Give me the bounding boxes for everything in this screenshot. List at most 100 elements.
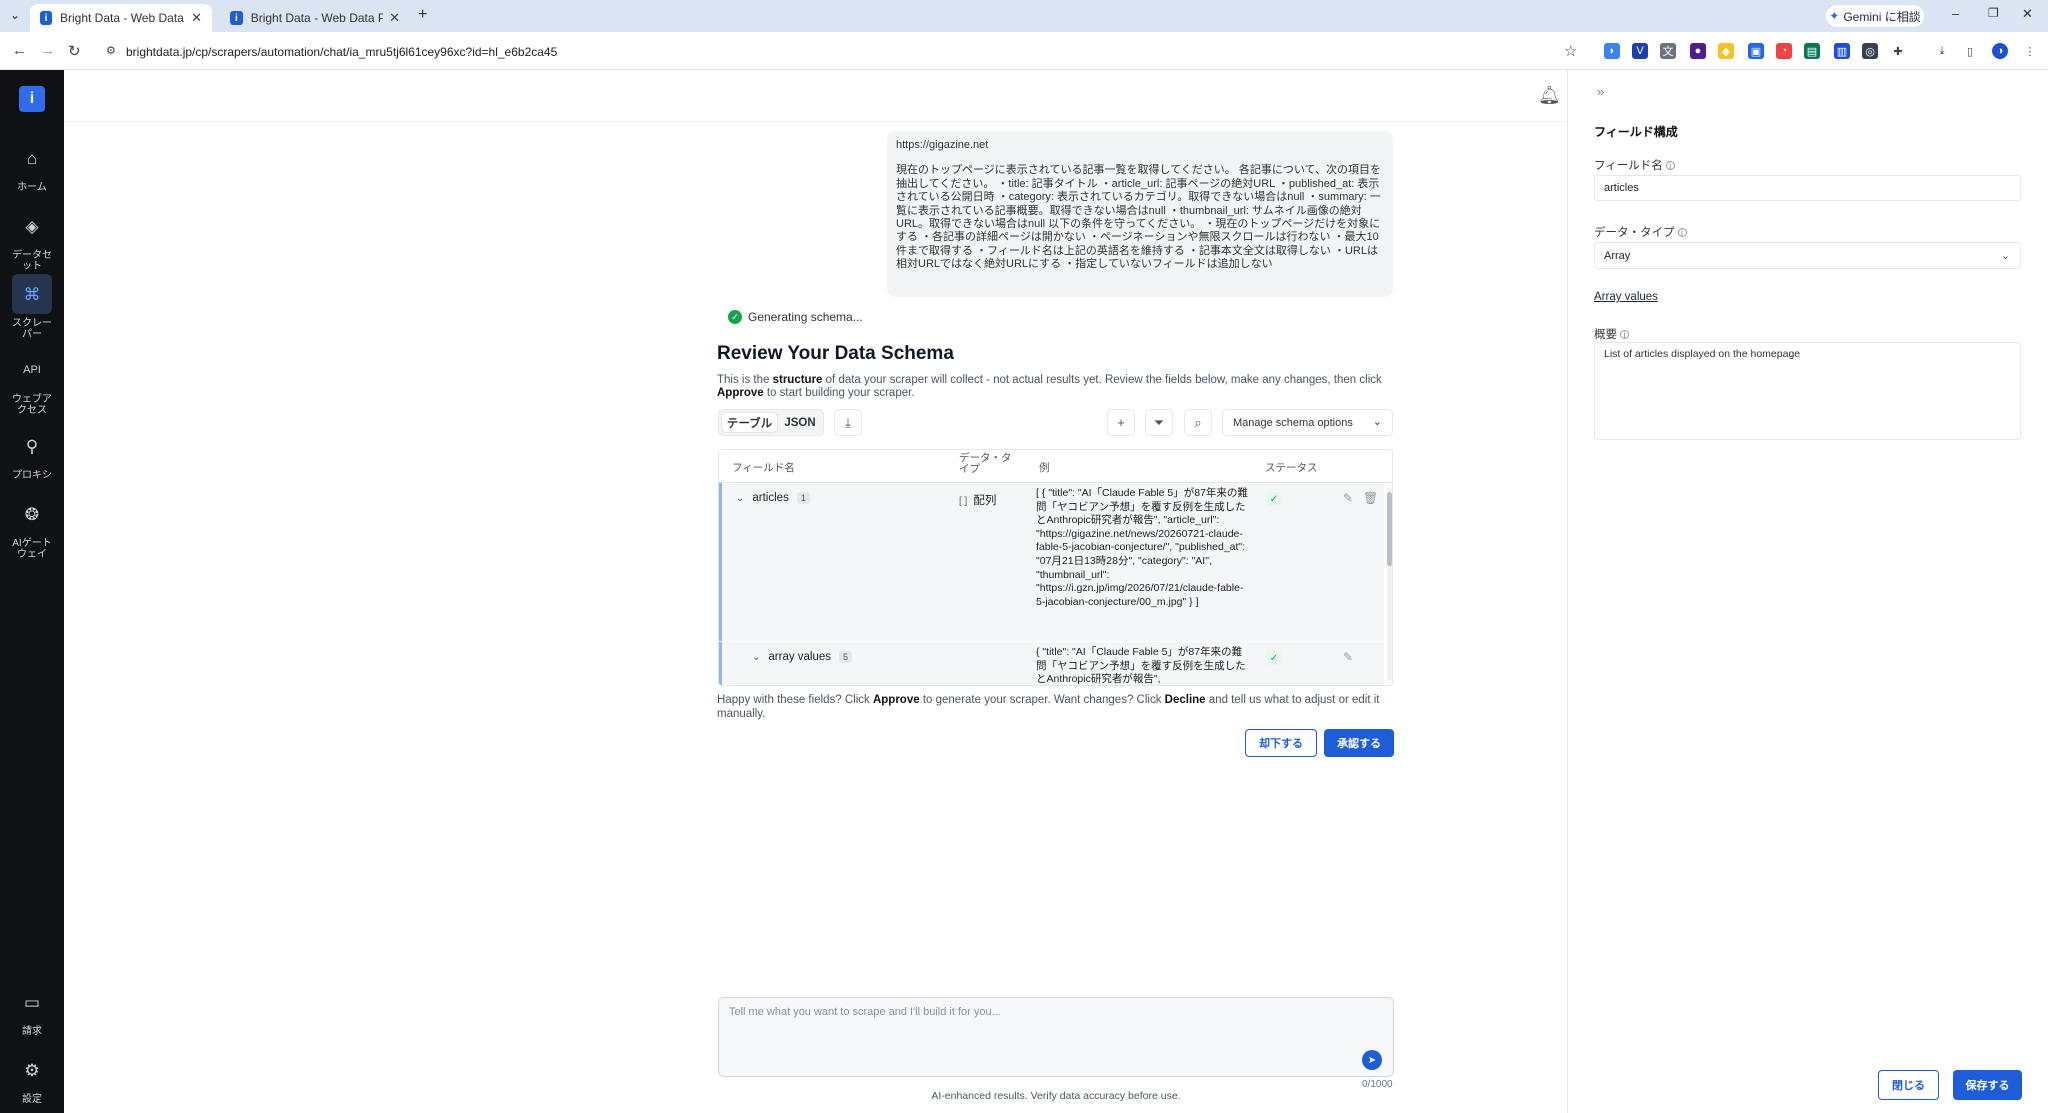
extensions-puzzle-icon[interactable]: ✚ bbox=[1890, 43, 1906, 59]
sidebar-item-web-access[interactable]: API ウェブアクセス bbox=[0, 350, 64, 416]
array-values-link[interactable]: Array values bbox=[1594, 291, 1658, 303]
table-row-articles[interactable]: ⌄ articles 1 [ ] 配列 [ { "title": "AI「Clau… bbox=[719, 483, 1384, 641]
send-button[interactable]: ➤ bbox=[1362, 1050, 1382, 1070]
extension-icon[interactable]: 文 bbox=[1660, 43, 1676, 59]
column-header-example: 例 bbox=[1039, 462, 1050, 474]
profile-icon[interactable]: ◑ bbox=[1992, 43, 2008, 59]
data-type-label: データ・タイプ i bbox=[1594, 224, 1687, 240]
search-button[interactable]: ⌕ bbox=[1184, 409, 1212, 436]
chevron-down-icon[interactable]: ⌄ bbox=[752, 652, 760, 663]
info-icon[interactable]: i bbox=[1665, 161, 1675, 171]
field-count-badge: 1 bbox=[796, 492, 810, 504]
edit-icon[interactable]: ✎ bbox=[1343, 491, 1353, 505]
column-header-status: ステータス bbox=[1265, 462, 1318, 474]
browser-tab[interactable]: i Bright Data - Web Data Platform ✕ bbox=[220, 4, 410, 32]
decline-button[interactable]: 却下する bbox=[1245, 729, 1317, 757]
field-example: [ { "title": "AI「Claude Fable 5」が87年来の難問… bbox=[1036, 487, 1248, 608]
sidebar-item-proxy[interactable]: ⚲ プロキシ bbox=[0, 426, 64, 482]
browser-tab-active[interactable]: i Bright Data - Web Data Platform ✕ bbox=[30, 4, 212, 32]
table-row-array-values[interactable]: ⌄ array values 5 { "title": "AI「Claude F… bbox=[719, 642, 1384, 685]
sidebar-item-scrapers[interactable]: ⌘ スクレーパー bbox=[0, 274, 64, 340]
sidebar-item-settings[interactable]: ⚙ 設定 bbox=[0, 1050, 64, 1106]
schema-table: フィールド名 データ・タイプ 例 ステータス ⌄ articles 1 [ ] 配… bbox=[718, 449, 1393, 686]
bookmark-star-icon[interactable]: ☆ bbox=[1564, 42, 1577, 60]
extension-icon[interactable]: ▤ bbox=[1804, 43, 1820, 59]
close-tab-icon[interactable]: ✕ bbox=[191, 10, 202, 26]
favicon-icon: i bbox=[40, 11, 52, 25]
info-icon[interactable]: i bbox=[1677, 228, 1687, 238]
desc-bold: structure bbox=[772, 374, 823, 386]
sparkle-icon: ✦ bbox=[1829, 9, 1840, 23]
minimize-icon[interactable]: – bbox=[1952, 6, 1959, 21]
desc-text: to start building your scraper. bbox=[763, 387, 915, 399]
sidebar-item-label: スクレーパー bbox=[12, 318, 52, 340]
user-message-url: https://gigazine.net bbox=[896, 139, 989, 151]
extension-icon[interactable]: ◗ bbox=[1604, 43, 1620, 59]
split-icon[interactable]: ▯ bbox=[1962, 43, 1978, 59]
extension-icon[interactable]: ◎ bbox=[1862, 43, 1878, 59]
close-button[interactable]: 閉じる bbox=[1878, 1070, 1939, 1100]
field-name-label: フィールド名 i bbox=[1594, 157, 1675, 173]
sidebar-item-datasets[interactable]: ◈ データセット bbox=[0, 206, 64, 273]
reload-icon[interactable]: ↻ bbox=[68, 42, 81, 60]
sidebar-item-billing[interactable]: ▭ 請求 bbox=[0, 982, 64, 1038]
info-icon[interactable]: i bbox=[1620, 330, 1629, 340]
view-toggle: テーブル JSON bbox=[718, 409, 824, 436]
tab-table[interactable]: テーブル bbox=[722, 413, 777, 432]
edit-icon[interactable]: ✎ bbox=[1343, 650, 1353, 664]
trash-icon[interactable]: 🗑︎ bbox=[1363, 491, 1378, 505]
manage-schema-label: Manage schema options bbox=[1233, 416, 1353, 429]
bell-icon[interactable]: 🔔︎ bbox=[1538, 85, 1561, 106]
extension-icon[interactable]: V bbox=[1632, 43, 1648, 59]
favicon-icon: i bbox=[230, 11, 243, 25]
tab-title: Bright Data - Web Data Platform bbox=[60, 11, 185, 25]
add-field-button[interactable]: + bbox=[1107, 409, 1135, 436]
data-type-value: Array bbox=[1604, 249, 1631, 262]
download-schema-button[interactable]: ⤓ bbox=[834, 409, 862, 436]
extension-icon[interactable]: ● bbox=[1690, 43, 1706, 59]
desc-text: of data your scraper will collect - not … bbox=[822, 374, 1382, 386]
tab-json[interactable]: JSON bbox=[780, 413, 820, 432]
back-icon[interactable]: ← bbox=[12, 42, 27, 59]
character-counter: 0/1000 bbox=[1362, 1079, 1393, 1090]
site-info-icon[interactable]: ⚙ bbox=[106, 44, 116, 57]
url-field[interactable]: brightdata.jp/cp/scrapers/automation/cha… bbox=[126, 41, 1616, 63]
hint-text: to generate your scraper. Want changes? … bbox=[919, 694, 1165, 706]
brightdata-logo[interactable]: i bbox=[19, 86, 45, 112]
array-icon: [ ] bbox=[959, 496, 968, 507]
extension-icon[interactable]: ▥ bbox=[1834, 43, 1850, 59]
gemini-label: Gemini に相談 bbox=[1843, 9, 1921, 24]
send-icon: ➤ bbox=[1367, 1054, 1377, 1066]
user-message-bubble: https://gigazine.net 現在のトップページに表示されている記事… bbox=[887, 131, 1393, 297]
summary-textarea[interactable]: List of articles displayed on the homepa… bbox=[1594, 342, 2021, 440]
table-scrollbar-thumb[interactable] bbox=[1387, 492, 1392, 566]
extension-icon[interactable]: ▣ bbox=[1748, 43, 1764, 59]
chevron-down-icon[interactable]: ⌄ bbox=[736, 493, 744, 504]
sidebar-item-label: 設定 bbox=[22, 1094, 42, 1105]
chat-input[interactable] bbox=[729, 1006, 1349, 1018]
review-title: Review Your Data Schema bbox=[717, 343, 954, 364]
field-name-input[interactable]: articles bbox=[1594, 175, 2021, 201]
sidebar-item-label: 請求 bbox=[22, 1026, 42, 1037]
label-text: 概要 bbox=[1594, 329, 1617, 341]
save-button[interactable]: 保存する bbox=[1953, 1070, 2022, 1100]
manage-schema-dropdown[interactable]: Manage schema options ⌄ bbox=[1222, 409, 1393, 436]
data-type-select[interactable]: Array ⌄ bbox=[1594, 242, 2021, 269]
sidebar-item-ai-gateway[interactable]: ❂ AIゲートウェイ bbox=[0, 494, 64, 561]
extension-icon[interactable]: ◔ bbox=[1776, 43, 1792, 59]
restore-icon[interactable]: ❐ bbox=[1988, 6, 1999, 20]
gemini-button[interactable]: ✦ Gemini に相談 bbox=[1826, 5, 1924, 27]
new-tab-icon[interactable]: + bbox=[418, 6, 427, 24]
home-icon: ⌂ bbox=[26, 148, 38, 168]
forward-icon[interactable]: → bbox=[40, 42, 55, 59]
sidebar-item-home[interactable]: ⌂ ホーム bbox=[0, 138, 64, 194]
extension-icon[interactable]: ◆ bbox=[1718, 43, 1734, 59]
filter-button[interactable]: ⏷ bbox=[1145, 409, 1173, 436]
collapse-panel-icon[interactable]: » bbox=[1597, 84, 1604, 99]
close-window-icon[interactable]: ✕ bbox=[2022, 6, 2033, 22]
browser-menu-icon[interactable]: ⋮ bbox=[2022, 43, 2038, 59]
approve-button[interactable]: 承認する bbox=[1324, 729, 1394, 757]
tab-search-icon[interactable]: ⌄ bbox=[10, 8, 20, 22]
download-icon[interactable]: ⤓ bbox=[1934, 43, 1950, 59]
close-tab-icon[interactable]: ✕ bbox=[389, 10, 400, 26]
